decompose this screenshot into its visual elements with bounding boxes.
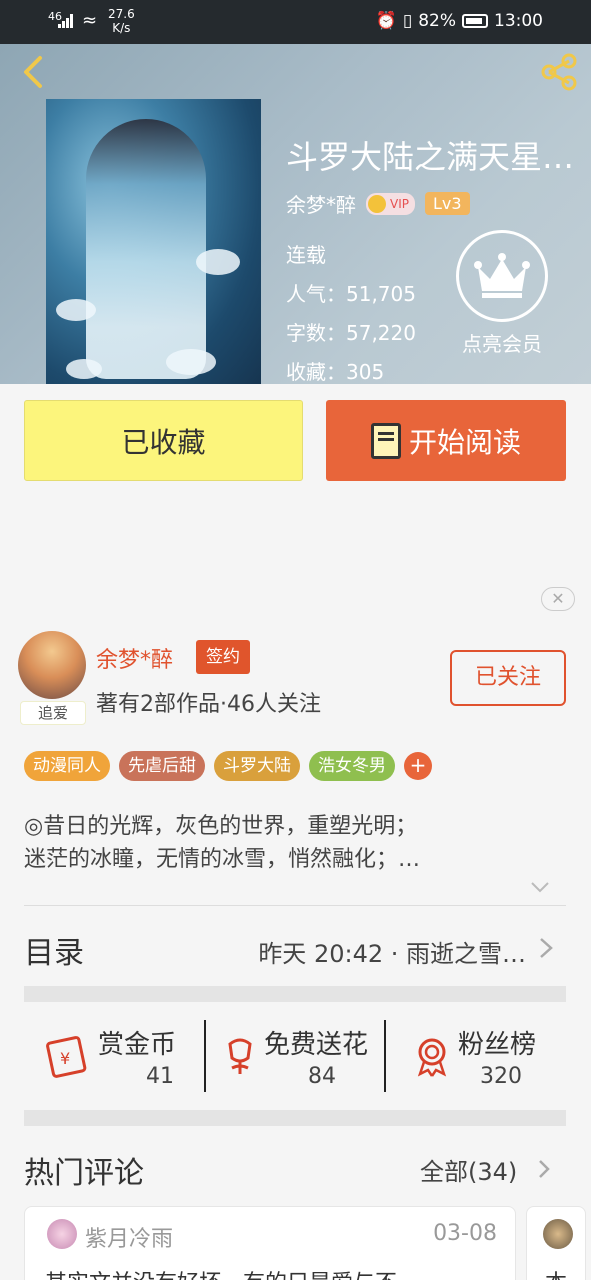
share-button[interactable] <box>537 50 581 94</box>
flower-icon <box>228 1038 252 1074</box>
follow-button[interactable]: 已关注 <box>450 650 566 706</box>
back-button[interactable] <box>16 54 52 90</box>
book-meta: 连载 人气：51,705 字数：57,220 收藏：305 <box>286 236 416 384</box>
tag[interactable]: 斗罗大陆 <box>214 751 300 781</box>
network-speed: 27.6 K/s <box>108 7 135 35</box>
book-title: 斗罗大陆之满天星… <box>286 138 575 176</box>
svg-text:¥: ¥ <box>60 1049 70 1068</box>
chevron-left-icon <box>24 56 42 88</box>
stat-divider <box>384 1020 386 1092</box>
hot-comments-title: 热门评论 <box>24 1156 144 1191</box>
chevron-down-icon[interactable] <box>530 880 550 894</box>
comment-date: 03-08 <box>433 1221 497 1246</box>
cover-flower <box>166 349 216 375</box>
chevron-right-icon[interactable] <box>537 1158 551 1180</box>
free-flowers[interactable]: 免费送花 84 <box>218 1002 388 1108</box>
close-ad-button[interactable]: ✕ <box>541 587 575 611</box>
comment-text: 其实文并没有好坏，有的只是爱与不 <box>45 1265 397 1280</box>
table-of-contents-row[interactable]: 目录 昨天 20:42 · 雨逝之雪… <box>24 906 566 986</box>
book-icon <box>370 422 401 459</box>
commenter-avatar[interactable] <box>543 1219 573 1249</box>
author-name[interactable]: 余梦*醉 <box>96 642 173 674</box>
medal-icon <box>417 1038 447 1077</box>
cover-figure <box>86 119 206 379</box>
red-envelope-icon: ¥ <box>46 1036 87 1078</box>
book-popularity: 人气：51,705 <box>286 282 416 306</box>
reward-coins[interactable]: ¥ 赏金币 41 <box>44 1002 214 1108</box>
book-cover[interactable] <box>46 99 261 384</box>
cover-flower <box>56 299 96 321</box>
latest-chapter: 昨天 20:42 · 雨逝之雪… <box>258 940 526 968</box>
description-line: 迷茫的冰瞳，无情的冰雪，悄然融化；… <box>24 847 421 872</box>
book-word-count: 字数：57,220 <box>286 321 416 345</box>
stat-divider <box>204 1020 206 1092</box>
author-name[interactable]: 余梦*醉 <box>286 189 356 218</box>
vip-badge: VIP <box>366 192 415 215</box>
section-separator <box>24 1110 566 1126</box>
crown-icon <box>456 230 548 322</box>
tag[interactable]: 动漫同人 <box>24 751 110 781</box>
start-reading-button[interactable]: 开始阅读 <box>326 400 566 481</box>
alarm-icon: ⏰ <box>375 11 397 31</box>
signed-badge: 签约 <box>196 640 250 674</box>
crown-icon <box>368 194 386 213</box>
share-icon <box>541 53 577 91</box>
description-line: ◎昔日的光辉，灰色的世界，重塑光明； <box>24 814 418 839</box>
wifi-icon: ≈ <box>82 10 98 31</box>
chevron-right-icon <box>540 938 553 958</box>
tag[interactable]: 浩女冬男 <box>309 751 395 781</box>
commenter-avatar[interactable] <box>47 1219 77 1249</box>
comment-text: 本 <box>545 1265 567 1280</box>
author-line: 余梦*醉 VIP Lv3 <box>286 189 470 218</box>
author-stats: 著有2部作品·46人关注 <box>96 692 321 717</box>
toc-title: 目录 <box>24 936 84 971</box>
tag[interactable]: 先虐后甜 <box>119 751 205 781</box>
signal-icon <box>58 14 76 28</box>
status-bar: 46 ≈ 27.6 K/s ⏰ ▯ 82% 13:00 <box>0 0 591 44</box>
favorite-button[interactable]: 已收藏 <box>24 400 303 481</box>
clock: 13:00 <box>494 11 543 31</box>
book-status: 连载 <box>286 243 326 267</box>
avatar-tag: 追爱 <box>20 701 86 725</box>
comment-card[interactable]: 本 <box>526 1206 586 1280</box>
member-label: 点亮会员 <box>462 332 542 356</box>
commenter-name: 紫月冷雨 <box>85 1227 174 1252</box>
section-separator <box>24 986 566 1002</box>
member-button[interactable]: 点亮会员 <box>456 230 548 357</box>
author-avatar[interactable] <box>18 631 86 699</box>
book-description[interactable]: ◎昔日的光辉，灰色的世界，重塑光明； 迷茫的冰瞳，无情的冰雪，悄然融化；… <box>24 810 544 876</box>
fan-ranking[interactable]: 粉丝榜 320 <box>410 1002 560 1108</box>
cover-flower <box>66 359 102 379</box>
book-header: 斗罗大陆之满天星… 余梦*醉 VIP Lv3 连载 人气：51,705 字数：5… <box>0 44 591 384</box>
level-badge: Lv3 <box>424 192 470 215</box>
add-tag-button[interactable]: + <box>404 752 432 780</box>
comment-card[interactable]: 紫月冷雨 03-08 其实文并没有好坏，有的只是爱与不 <box>24 1206 516 1280</box>
vibrate-icon: ▯ <box>402 11 413 31</box>
all-comments-link[interactable]: 全部(34) <box>420 1152 517 1187</box>
cover-flower <box>196 249 240 275</box>
tag-list: 动漫同人 先虐后甜 斗罗大陆 浩女冬男 + <box>24 751 432 781</box>
battery-icon <box>462 14 488 28</box>
book-favorites: 收藏：305 <box>286 360 385 384</box>
reward-stats: ¥ 赏金币 41 免费送花 84 粉丝榜 320 <box>24 1002 566 1108</box>
battery-percent: 82% <box>418 11 456 31</box>
